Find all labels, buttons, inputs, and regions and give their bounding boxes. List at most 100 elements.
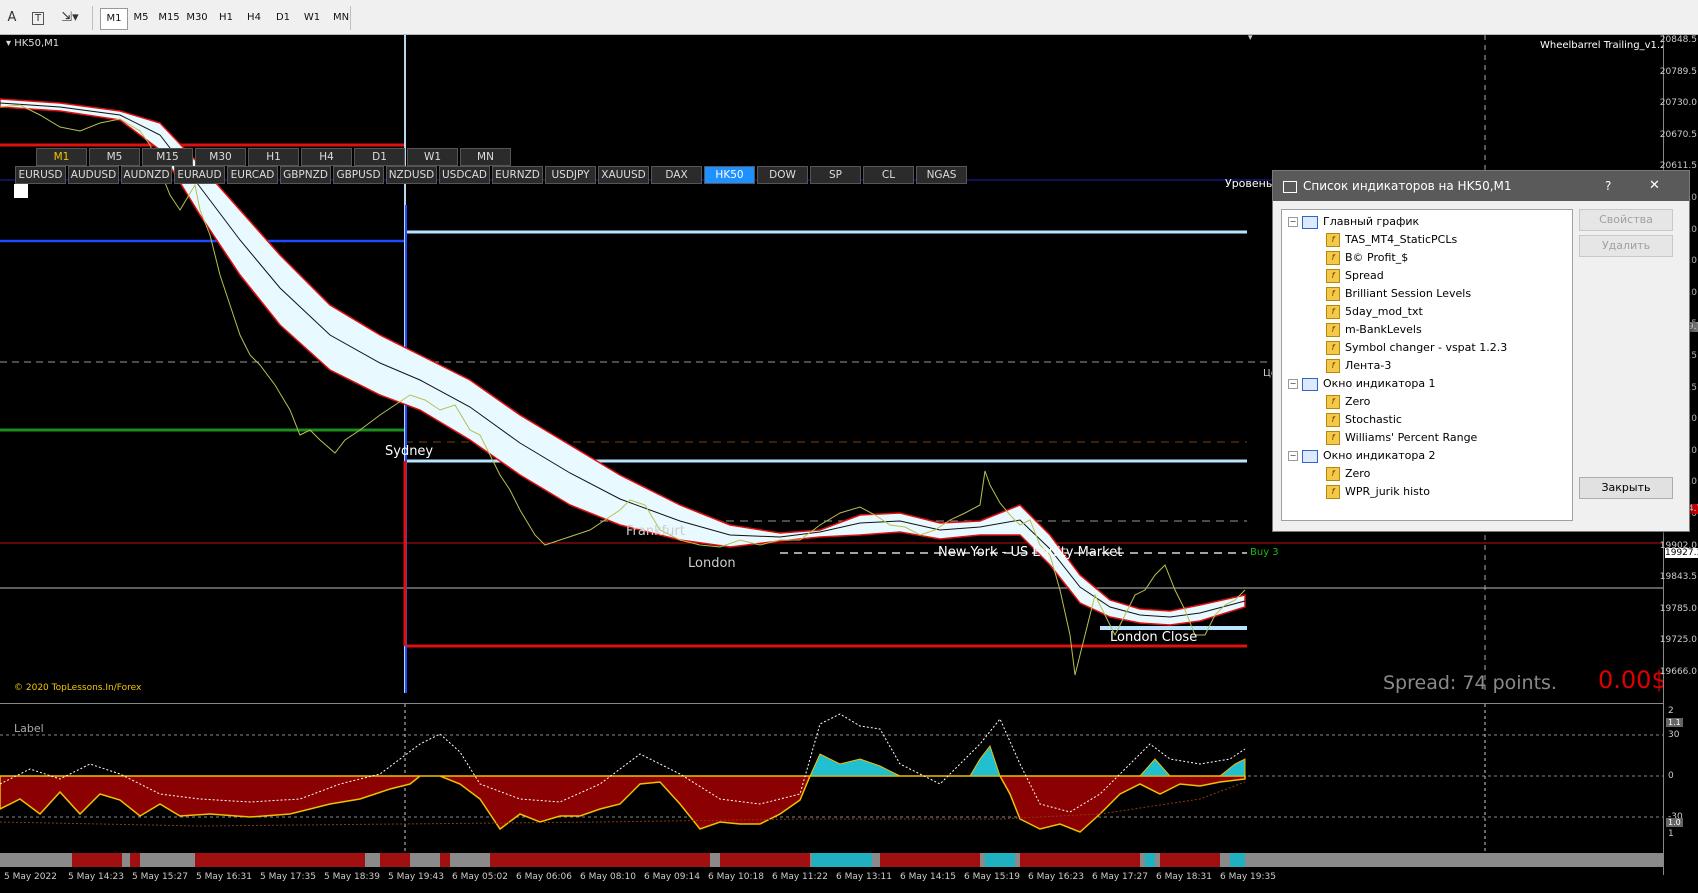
toolbar-tf-w1[interactable]: W1: [299, 8, 325, 28]
symbol-button-dow[interactable]: DOW: [757, 166, 808, 184]
symbol-button-dax[interactable]: DAX: [651, 166, 702, 184]
symbol-button-cl[interactable]: CL: [863, 166, 914, 184]
tf-button-m5[interactable]: M5: [89, 148, 140, 166]
toolbar-tf-m30[interactable]: M30: [184, 8, 210, 28]
tf-button-d1[interactable]: D1: [354, 148, 405, 166]
tree-indicator-item[interactable]: f 5day_mod_txt: [1326, 304, 1423, 320]
symbol-button-sp[interactable]: SP: [810, 166, 861, 184]
toolbar-tf-h4[interactable]: H4: [241, 8, 267, 28]
tree-window-label: Главный график: [1323, 215, 1420, 228]
session-label-newyork: New York - US Equity Market: [938, 545, 1123, 560]
price-label: 19785.0: [1659, 603, 1697, 614]
tree-indicator-item[interactable]: f Stochastic: [1326, 412, 1402, 428]
tree-indicator-item[interactable]: f B© Profit_$: [1326, 250, 1408, 266]
toolbar-tf-m5[interactable]: M5: [128, 8, 154, 28]
properties-button[interactable]: Свойства: [1579, 209, 1673, 231]
tf-button-w1[interactable]: W1: [407, 148, 458, 166]
tree-indicator-item[interactable]: f Zero: [1326, 394, 1370, 410]
collapse-icon[interactable]: −: [1288, 217, 1298, 227]
tree-item-label: Brilliant Session Levels: [1345, 287, 1472, 300]
tf-button-h4[interactable]: H4: [301, 148, 352, 166]
symbol-button-hk50[interactable]: HK50: [704, 166, 755, 184]
symbol-button-gbpnzd[interactable]: GBPNZD: [280, 166, 331, 184]
symbol-button-usdjpy[interactable]: USDJPY: [545, 166, 596, 184]
tree-indicator-item[interactable]: f Zero: [1326, 466, 1370, 482]
indicator-icon: f: [1326, 485, 1340, 499]
tree-indicator-item[interactable]: f Spread: [1326, 268, 1384, 284]
tree-main-chart[interactable]: − Главный график: [1288, 214, 1419, 230]
tf-button-m15[interactable]: M15: [142, 148, 193, 166]
tree-indicator-item[interactable]: f Лента-3: [1326, 358, 1391, 374]
subwindow-label: Label: [14, 722, 44, 735]
indicator-subwindow[interactable]: Label 2 30 0 -30 1 1.1 1.0: [0, 703, 1683, 852]
symbol-button-eurnzd[interactable]: EURNZD: [492, 166, 543, 184]
tree-indicator-item[interactable]: f m-BankLevels: [1326, 322, 1422, 338]
symbol-button-eurcad[interactable]: EURCAD: [227, 166, 278, 184]
arrows-dropdown-icon[interactable]: ⇲▾: [56, 8, 84, 28]
tree-indicator-item[interactable]: f Brilliant Session Levels: [1326, 286, 1471, 302]
toolbar: A T ⇲▾ M1 M5 M15 M30 H1 H4 D1 W1 MN: [0, 0, 1698, 35]
window-icon: [1302, 377, 1318, 391]
indicator-icon: f: [1326, 287, 1340, 301]
toolbar-tf-m1[interactable]: M1: [100, 8, 128, 30]
tree-indicator-item[interactable]: f TAS_MT4_StaticPCLs: [1326, 232, 1457, 248]
collapse-icon[interactable]: −: [1288, 451, 1298, 461]
wpr-histogram-cyan-1: [809, 753, 901, 777]
tree-item-label: Symbol changer - vspat 1.2.3: [1345, 341, 1508, 354]
tree-item-label: Williams' Percent Range: [1345, 431, 1478, 444]
time-label: 6 May 05:02: [452, 872, 508, 882]
price-label: 19666.0: [1659, 667, 1697, 677]
white-square-icon[interactable]: [14, 184, 28, 198]
tree-indicator-item[interactable]: f Williams' Percent Range: [1326, 430, 1477, 446]
tree-item-label: WPR_jurik histo: [1345, 485, 1430, 498]
subwindow-scale-label: 0: [1668, 771, 1674, 781]
spread-text: Spread: 74 points.: [1383, 672, 1557, 694]
collapse-icon[interactable]: −: [1288, 379, 1298, 389]
text-label-icon[interactable]: T: [28, 8, 48, 28]
tf-button-m30[interactable]: M30: [195, 148, 246, 166]
tree-item-label: Spread: [1345, 269, 1384, 282]
symbol-button-gbpusd[interactable]: GBPUSD: [333, 166, 384, 184]
chart-symbol-label: HK50,M1: [14, 38, 60, 49]
indicator-icon: f: [1326, 251, 1340, 265]
toolbar-tf-h1[interactable]: H1: [213, 8, 239, 28]
tree-window-label: Окно индикатора 2: [1323, 449, 1436, 462]
tree-indicator-item[interactable]: f Symbol changer - vspat 1.2.3: [1326, 340, 1507, 356]
symbol-button-xauusd[interactable]: XAUUSD: [598, 166, 649, 184]
tf-button-m1[interactable]: M1: [36, 148, 87, 166]
close-icon[interactable]: ✕: [1649, 171, 1660, 201]
symbol-button-audnzd[interactable]: AUDNZD: [121, 166, 172, 184]
symbol-button-eurusd[interactable]: EURUSD: [15, 166, 66, 184]
tree-item-label: 5day_mod_txt: [1345, 305, 1423, 318]
symbol-button-euraud[interactable]: EURAUD: [174, 166, 225, 184]
time-label: 5 May 17:35: [260, 872, 316, 882]
tree-item-label: Stochastic: [1345, 413, 1402, 426]
indicator-icon: f: [1326, 413, 1340, 427]
delete-button[interactable]: Удалить: [1579, 235, 1673, 257]
tree-item-label: Zero: [1345, 395, 1371, 408]
symbol-button-nzdusd[interactable]: NZDUSD: [386, 166, 437, 184]
time-label: 5 May 14:23: [68, 872, 124, 882]
window-icon: [1302, 449, 1318, 463]
tree-indicator-window-2[interactable]: − Окно индикатора 2: [1288, 448, 1436, 464]
indicator-icon: f: [1326, 341, 1340, 355]
symbol-button-audusd[interactable]: AUDUSD: [68, 166, 119, 184]
time-axis[interactable]: 5 May 2022 5 May 14:23 5 May 15:27 5 May 16…: [0, 869, 1663, 893]
tree-indicator-item[interactable]: f WPR_jurik histo: [1326, 484, 1430, 500]
time-label: 6 May 06:06: [516, 872, 572, 882]
tree-item-label: Zero: [1345, 467, 1371, 480]
toolbar-tf-d1[interactable]: D1: [270, 8, 296, 28]
tf-button-mn[interactable]: MN: [460, 148, 511, 166]
shift-marker-icon[interactable]: ▾: [1248, 33, 1253, 43]
symbol-button-ngas[interactable]: NGAS: [916, 166, 967, 184]
tree-indicator-window-1[interactable]: − Окно индикатора 1: [1288, 376, 1436, 392]
subwindow-marker-label: 1.0: [1666, 818, 1683, 827]
time-label: 6 May 16:23: [1028, 872, 1084, 882]
session-label-frankfurt: Frankfurt: [626, 524, 685, 539]
text-tool-icon[interactable]: A: [2, 8, 22, 28]
symbol-button-usdcad[interactable]: USDCAD: [439, 166, 490, 184]
toolbar-tf-m15[interactable]: M15: [156, 8, 182, 28]
tf-button-h1[interactable]: H1: [248, 148, 299, 166]
help-button[interactable]: ?: [1605, 171, 1611, 201]
dialog-close-button[interactable]: Закрыть: [1579, 477, 1673, 499]
